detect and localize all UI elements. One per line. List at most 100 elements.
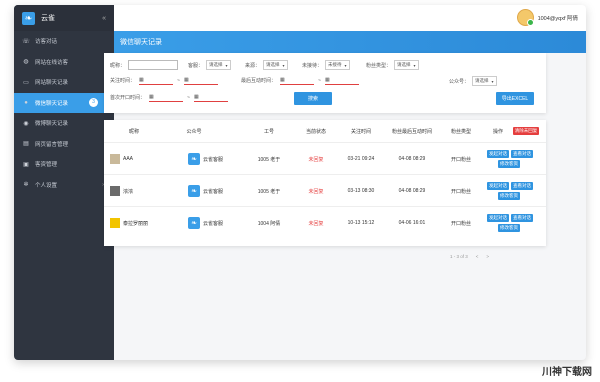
fans-type-select[interactable]: 请选择 ▾ <box>394 60 419 70</box>
clear-unreplied-button[interactable]: 清除未回复 <box>512 127 540 135</box>
sidebar-item-web-chat-records[interactable]: ▭ 网站聊天记录 <box>14 72 114 93</box>
phone-icon: ☏ <box>22 38 30 45</box>
sidebar: ❧ 云雀 « ☏ 访客对话 ◍ 网站在线访客 ▭ 网站聊天记录 ● 微信聊天记录 3 ◉ 微… <box>14 5 114 360</box>
fans-type-cell: 开口粉丝 <box>450 156 471 163</box>
accept-select[interactable]: 未接待 ▾ <box>325 60 350 70</box>
nickname-cell: 浓浓 <box>110 175 164 207</box>
avatar <box>110 154 120 164</box>
edit-customer-button[interactable]: 修改客资 <box>498 160 520 168</box>
sidebar-item-label: 访客对话 <box>35 39 58 46</box>
follow-time-label: 关注时间： <box>110 78 136 84</box>
sidebar-item-label: 网页留言管理 <box>35 141 69 148</box>
fans-type-label: 粉丝类型： <box>366 62 392 69</box>
app-logo-icon: ❧ <box>22 11 35 25</box>
globe-icon: ◍ <box>23 59 29 66</box>
fans-type-filter: 粉丝类型： 请选择 ▾ <box>366 60 419 70</box>
first-open-filter: 首次开口时间： ▦ ~ ▦ <box>110 93 228 102</box>
header-last-interact: 粉丝最后互动时间 <box>391 128 432 135</box>
first-open-start[interactable]: ▦ <box>149 93 184 102</box>
edit-customer-button[interactable]: 修改客资 <box>498 192 520 200</box>
start-chat-button[interactable]: 发起对话 <box>487 182 509 190</box>
follow-time-cell: 10-13 15:12 <box>347 220 375 226</box>
sidebar-item-customer-management[interactable]: ▣ 客资管理 <box>14 154 114 175</box>
sidebar-item-personal-settings[interactable]: ✲个人设置› <box>14 175 114 196</box>
account-filter: 公众号： 请选择 ▾ <box>449 76 497 86</box>
chat-records-table: 昵称 公众号 工号 当前状态 关注时间 粉丝最后互动时间 粉丝类型 操作 清除未… <box>104 120 546 246</box>
export-excel-button[interactable]: 导出EXCEL <box>496 92 534 105</box>
source-label: 来源： <box>245 62 261 69</box>
last-interact-label: 最后互动时间： <box>241 78 277 84</box>
start-chat-button[interactable]: 发起对话 <box>487 150 509 158</box>
follow-time-start[interactable]: ▦ <box>139 76 174 85</box>
staff-select[interactable]: 请选择 ▾ <box>206 60 231 70</box>
follow-time-filter: 关注时间： ▦ ~ ▦ <box>110 76 218 85</box>
unread-badge: 3 <box>89 97 98 107</box>
last-interact-end[interactable]: ▦ <box>324 76 359 85</box>
table-row: 泰拉罗丽丽 ❧ 云雀客服 1004 阿倩 未回复 10-13 15:12 04-0… <box>104 206 546 239</box>
edit-customer-button[interactable]: 修改客资 <box>498 224 520 232</box>
start-chat-button[interactable]: 发起对话 <box>487 214 509 222</box>
first-open-end[interactable]: ▦ <box>193 93 228 102</box>
header-nickname: 昵称 <box>128 128 139 135</box>
user-name: 1004@yqxf 阿倩 <box>537 15 578 22</box>
staff-label: 客服： <box>188 62 204 69</box>
account-select[interactable]: 请选择 ▾ <box>472 76 497 86</box>
user-menu[interactable]: 1004@yqxf 阿倩 <box>516 9 578 26</box>
account-text: 云雀客服 <box>203 188 224 195</box>
view-chat-button[interactable]: 查看对话 <box>511 150 533 158</box>
fans-type-select-value: 请选择 <box>397 62 411 67</box>
follow-time-cell: 03-21 09:24 <box>347 156 375 162</box>
status-cell: 未回复 <box>308 220 324 227</box>
brand: ❧ 云雀 « <box>14 5 114 31</box>
last-interact-cell: 04-08 08:29 <box>398 188 426 194</box>
chevron-down-icon: ▾ <box>225 62 228 68</box>
sidebar-item-online-visitors[interactable]: ◍ 网站在线访客 <box>14 52 114 73</box>
search-button[interactable]: 搜索 <box>294 92 332 105</box>
source-select[interactable]: 请选择 ▾ <box>263 60 288 70</box>
nickname-input[interactable] <box>128 60 179 70</box>
view-chat-button[interactable]: 查看对话 <box>511 214 533 222</box>
calendar-icon: ▦ <box>280 77 285 83</box>
page-title-bar: 微信聊天记录 <box>114 31 586 53</box>
save-icon: ▣ <box>23 161 29 168</box>
sidebar-item-message-management[interactable]: ▤ 网页留言管理 <box>14 134 114 155</box>
accept-filter: 未接待： 未接待 ▾ <box>302 60 350 70</box>
header-account: 公众号 <box>186 128 202 135</box>
calendar-icon: ▦ <box>324 77 330 83</box>
table-row: AAA ❧ 云雀客服 1005 老于 未回复 03-21 09:24 04-08 … <box>104 142 546 175</box>
header-actions: 操作 <box>492 128 503 135</box>
sidebar-item-weibo-records[interactable]: ◉ 微博聊天记录 <box>14 113 114 134</box>
staff-cell: 1005 老于 <box>257 156 281 163</box>
accept-label: 未接待： <box>302 62 323 69</box>
sidebar-item-visitor-chat[interactable]: ☏ 访客对话 <box>14 31 114 52</box>
follow-time-end[interactable]: ▦ <box>183 76 218 85</box>
chat-icon: ▭ <box>23 79 29 86</box>
prev-page-button[interactable]: < <box>476 254 479 259</box>
avatar <box>110 218 120 228</box>
pagination: 1 - 3 of 3 < > <box>450 254 489 259</box>
next-page-button[interactable]: > <box>486 254 489 259</box>
page-title: 微信聊天记录 <box>120 39 162 46</box>
sidebar-item-label: 微信聊天记录 <box>35 100 69 107</box>
avatar <box>110 186 120 196</box>
actions-cell: 发起对话 查看对话 修改客资 <box>486 175 542 207</box>
account-select-value: 请选择 <box>475 78 489 83</box>
sidebar-item-label: 网站在线访客 <box>35 59 69 66</box>
view-chat-button[interactable]: 查看对话 <box>511 182 533 190</box>
doc-icon: ▤ <box>23 141 29 148</box>
nickname-text: 浓浓 <box>123 188 134 195</box>
sidebar-item-wechat-records[interactable]: ● 微信聊天记录 3 <box>14 92 114 113</box>
double-chevron-left-icon[interactable]: « <box>102 15 106 22</box>
actions-cell: 发起对话 查看对话 修改客资 <box>486 143 542 175</box>
calendar-icon: ▦ <box>139 77 144 83</box>
top-bar: 1004@yqxf 阿倩 <box>114 5 586 31</box>
source-filter: 来源： 请选择 ▾ <box>245 60 288 70</box>
account-text: 云雀客服 <box>203 156 224 163</box>
staff-cell: 1005 老于 <box>257 188 281 195</box>
last-interact-start[interactable]: ▦ <box>280 76 315 85</box>
nickname-cell: AAA <box>110 143 164 175</box>
calendar-icon: ▦ <box>183 77 189 83</box>
account-cell: ❧ 云雀客服 <box>188 175 244 207</box>
nickname-filter: 昵称： <box>110 60 179 70</box>
account-cell: ❧ 云雀客服 <box>188 143 244 175</box>
